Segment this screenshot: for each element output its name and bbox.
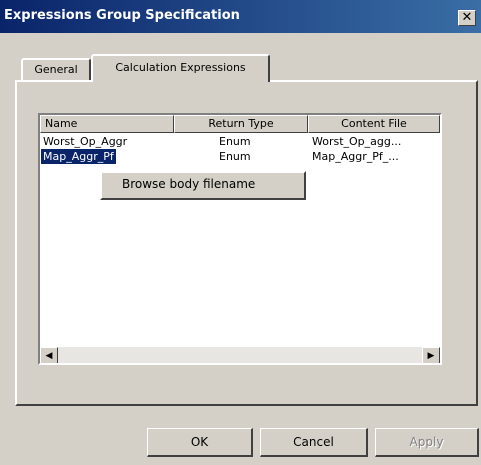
tab-general[interactable]: General <box>21 58 91 80</box>
horizontal-scrollbar[interactable]: ◀ ▶ <box>40 347 440 363</box>
column-header-name[interactable]: Name <box>40 115 174 133</box>
window-title: Expressions Group Specification <box>4 8 240 23</box>
title-bar[interactable]: Expressions Group Specification ✕ <box>0 0 481 33</box>
tab-calculation-expressions[interactable]: Calculation Expressions <box>91 54 270 82</box>
scroll-left-arrow-icon[interactable]: ◀ <box>40 347 58 363</box>
table-row[interactable]: Worst_Op_Aggr Enum Worst_Op_agg... <box>40 134 440 149</box>
row-return-type: Enum <box>219 135 251 148</box>
row-content-file: Map_Aggr_Pf_... <box>312 150 399 163</box>
tab-general-label: General <box>34 63 78 76</box>
close-icon[interactable]: ✕ <box>458 10 476 26</box>
context-menu: Browse body filename <box>100 171 306 200</box>
row-return-type: Enum <box>219 150 251 163</box>
column-header-return-type[interactable]: Return Type <box>174 115 308 133</box>
context-menu-item-browse-body-filename[interactable]: Browse body filename <box>122 177 255 191</box>
cancel-button[interactable]: Cancel <box>260 428 368 457</box>
column-header-content-file[interactable]: Content File <box>308 115 440 133</box>
scroll-right-arrow-icon[interactable]: ▶ <box>422 347 440 363</box>
row-name: Worst_Op_Aggr <box>43 135 128 148</box>
row-name: Map_Aggr_Pf <box>41 149 116 164</box>
tab-calculation-expressions-label: Calculation Expressions <box>115 61 246 74</box>
ok-button[interactable]: OK <box>147 428 253 457</box>
row-content-file: Worst_Op_agg... <box>312 135 402 148</box>
table-row[interactable]: Map_Aggr_Pf Enum Map_Aggr_Pf_... <box>40 149 440 164</box>
expressions-list[interactable]: Name Return Type Content File Worst_Op_A… <box>38 113 442 365</box>
apply-button[interactable]: Apply <box>375 428 479 457</box>
